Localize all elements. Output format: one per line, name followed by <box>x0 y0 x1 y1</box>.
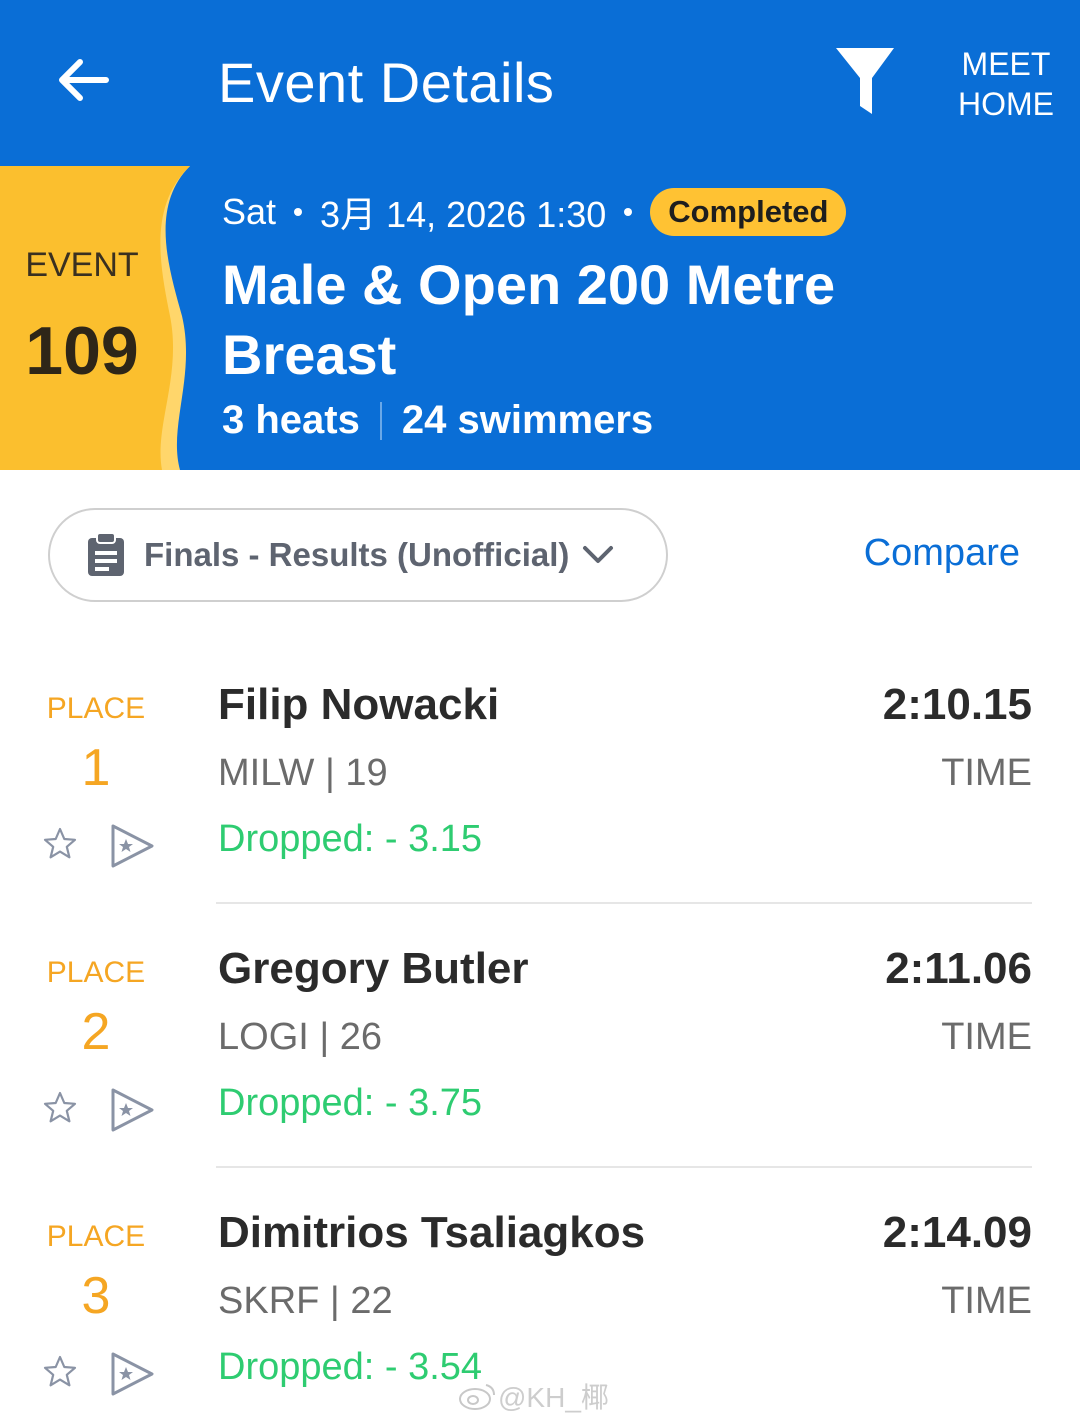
separator-dot <box>294 208 303 216</box>
event-datetime: 3月 14, 2026 1:30 <box>320 194 607 235</box>
status-badge: Completed <box>650 188 847 236</box>
time-label: TIME <box>941 1280 1032 1322</box>
result-time: 2:11.06 <box>885 944 1032 993</box>
result-row[interactable]: PLACE 2 Gregory Butler LOGI | 26 Dropped… <box>0 944 1080 1208</box>
swimmer-name: Filip Nowacki <box>218 680 500 729</box>
summary-divider <box>379 401 382 440</box>
row-divider <box>216 902 1032 904</box>
flag-star-icon[interactable] <box>108 1086 156 1134</box>
filter-button[interactable] <box>832 44 898 120</box>
watermark-text: @KH_椰 <box>498 1382 609 1413</box>
arrow-left-icon <box>59 59 109 101</box>
place-number: 3 <box>81 1267 111 1325</box>
team-age: LOGI | 26 <box>218 1016 383 1058</box>
header-bar: Event Details MEET HOME EVENT 109 Sat 3月… <box>0 0 1080 470</box>
place-number: 2 <box>81 1003 111 1061</box>
time-label: TIME <box>941 752 1032 794</box>
clipboard-icon <box>88 532 124 576</box>
result-time: 2:14.09 <box>882 1208 1032 1257</box>
heats-count: 3 heats <box>222 398 360 442</box>
dropped-time: Dropped: - 3.75 <box>218 1082 483 1124</box>
place-label: PLACE <box>46 1220 146 1253</box>
place-label: PLACE <box>46 956 146 989</box>
flag-star-icon[interactable] <box>108 822 156 870</box>
meet-home-button[interactable]: MEET HOME <box>950 44 1062 124</box>
event-day: Sat <box>222 191 277 232</box>
event-label: EVENT <box>25 246 139 284</box>
event-number: 109 <box>25 313 139 389</box>
filter-icon <box>836 48 894 114</box>
result-time: 2:10.15 <box>882 680 1032 729</box>
team-age: SKRF | 22 <box>218 1280 393 1322</box>
star-icon[interactable] <box>42 1090 78 1126</box>
star-icon[interactable] <box>42 1354 78 1390</box>
back-button[interactable] <box>52 48 116 112</box>
swimmers-count: 24 swimmers <box>401 398 654 442</box>
event-meta: Sat 3月 14, 2026 1:30 Completed <box>222 186 847 238</box>
compare-link[interactable]: Compare <box>864 532 1020 575</box>
meet-home-line2: HOME <box>958 86 1054 122</box>
star-icon[interactable] <box>42 826 78 862</box>
time-label: TIME <box>941 1016 1032 1058</box>
watermark: @KH_椰 <box>458 1376 609 1416</box>
flag-star-icon[interactable] <box>108 1350 156 1398</box>
row-divider <box>216 1166 1032 1168</box>
separator-dot <box>624 208 633 216</box>
result-row[interactable]: PLACE 1 Filip Nowacki MILW | 19 Dropped:… <box>0 680 1080 944</box>
swimmer-name: Dimitrios Tsaliagkos <box>218 1208 646 1257</box>
dropped-time: Dropped: - 3.15 <box>218 818 483 860</box>
place-label: PLACE <box>46 692 146 725</box>
swimmer-name: Gregory Butler <box>218 944 529 993</box>
dropped-time: Dropped: - 3.54 <box>218 1346 483 1388</box>
session-label: Finals - Results (Unofficial) <box>144 536 570 573</box>
weibo-icon <box>459 1384 495 1410</box>
team-age: MILW | 19 <box>218 752 388 794</box>
meet-home-line1: MEET <box>961 46 1051 82</box>
session-dropdown[interactable]: Finals - Results (Unofficial) <box>48 508 668 602</box>
place-number: 1 <box>81 739 111 797</box>
event-summary: 3 heats 24 swimmers <box>222 398 653 443</box>
chevron-down-icon <box>583 546 614 563</box>
event-name: Male & Open 200 Metre Breast <box>222 253 836 386</box>
page-title: Event Details <box>218 51 555 114</box>
